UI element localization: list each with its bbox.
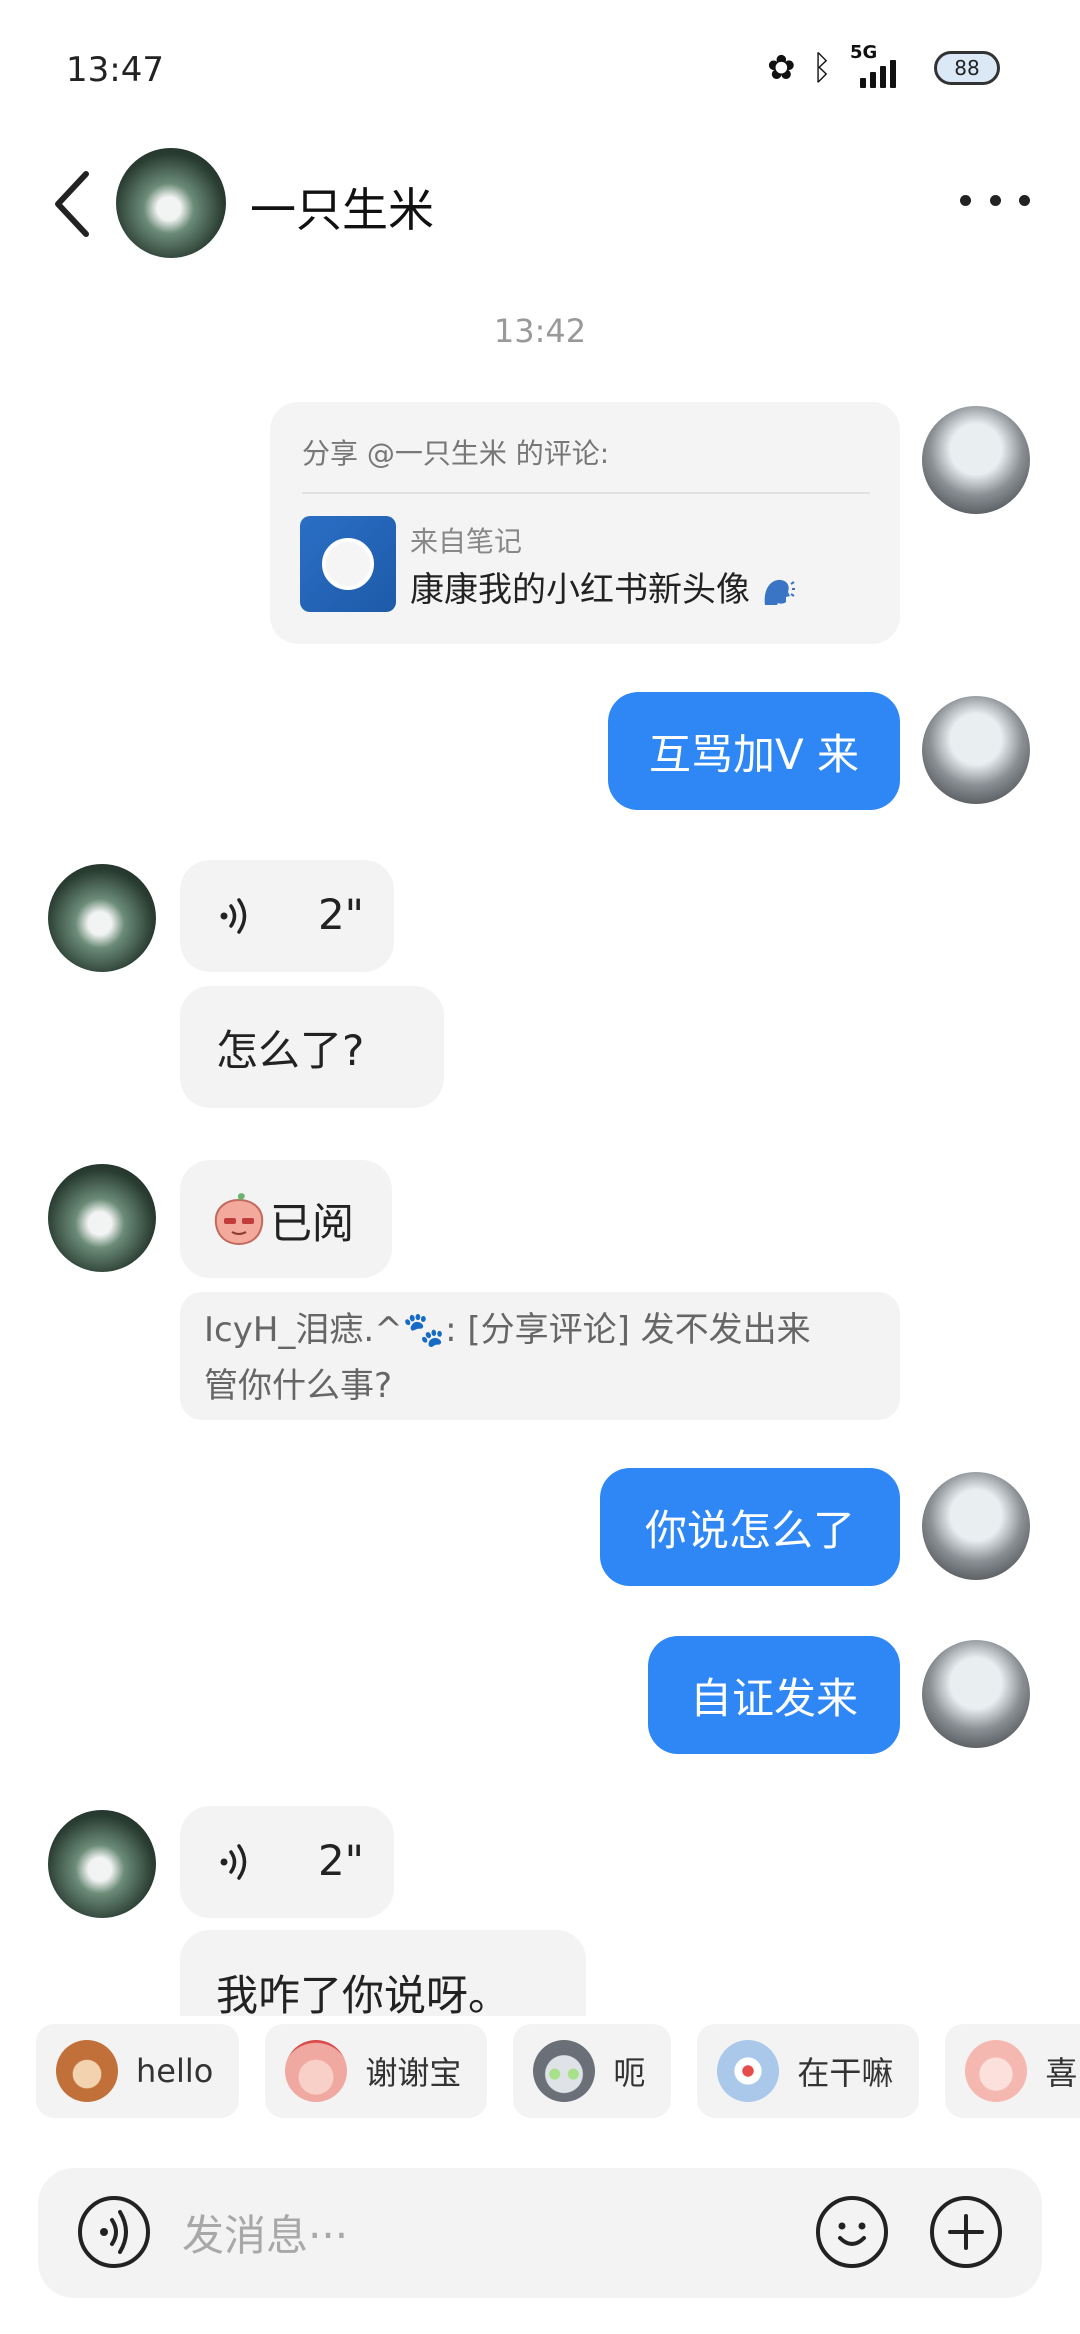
quoted-reply[interactable]: IcyH_泪痣.^🐾: [分享评论] 发不发出来 管你什么事? (180, 1292, 900, 1420)
monkey-sticker-icon (56, 2040, 118, 2102)
divider (302, 492, 870, 494)
peek-sticker-icon (717, 2040, 780, 2102)
paw-prints-icon: 🐾 (402, 1310, 446, 1350)
quote-line-2: 管你什么事? (204, 1366, 393, 1406)
cellular-signal-icon: 5G (848, 42, 918, 88)
peach-sticker-icon (214, 1193, 264, 1246)
my-avatar[interactable] (922, 696, 1030, 804)
voice-duration: 2" (317, 890, 364, 939)
outgoing-message[interactable]: 互骂加V 来 (608, 692, 900, 810)
bluetooth-icon: ᛒ (811, 48, 832, 88)
note-thumbnail (300, 516, 396, 612)
quote-author: IcyH_泪痣.^ (204, 1310, 403, 1350)
quick-reply-label: 喜 (1045, 2054, 1078, 2092)
battery-level: 88 (954, 56, 980, 80)
read-label: 已阅 (270, 1199, 355, 1248)
outgoing-message[interactable]: 自证发来 (648, 1636, 900, 1754)
flower-peach-sticker-icon (285, 2040, 348, 2102)
quick-reply-chip[interactable]: 谢谢宝 (265, 2024, 488, 2118)
quick-reply-chip[interactable]: hello (36, 2024, 240, 2118)
contact-avatar[interactable] (48, 1810, 156, 1918)
incoming-sticker-message[interactable]: 已阅 (180, 1160, 392, 1278)
contact-avatar[interactable] (116, 148, 226, 258)
alarm-icon: ✿ (767, 48, 796, 88)
quick-reply-chip[interactable]: 在干嘛 (697, 2024, 920, 2118)
voice-wave-icon (100, 2210, 128, 2254)
chat-header: 一只生米 (0, 140, 1080, 270)
voice-message[interactable]: 2" (180, 860, 394, 972)
outgoing-message[interactable]: 你说怎么了 (600, 1468, 900, 1586)
back-arrow-icon[interactable] (46, 168, 106, 240)
add-attachment-button[interactable] (930, 2196, 1002, 2268)
quick-reply-chip[interactable]: 喜 (945, 2024, 1080, 2118)
contact-avatar[interactable] (48, 864, 156, 972)
status-bar: 13:47 ✿ ᛒ 5G 88 (0, 0, 1080, 130)
contact-name[interactable]: 一只生米 (250, 174, 434, 240)
voice-wave-icon (220, 898, 247, 934)
voice-input-button[interactable] (78, 2196, 150, 2268)
shared-comment-card[interactable]: 分享 @一只生米 的评论: 来自笔记 康康我的小红书新头像 (270, 402, 900, 644)
share-note-title-text: 康康我的小红书新头像 (410, 570, 750, 610)
message-input[interactable]: 发消息··· (182, 2202, 348, 2263)
contact-avatar[interactable] (48, 1164, 156, 1272)
speaking-head-emoji-icon (764, 579, 795, 605)
share-source-label: 来自笔记 (410, 525, 523, 558)
share-note-title: 康康我的小红书新头像 (410, 562, 795, 611)
my-avatar[interactable] (922, 1640, 1030, 1748)
quick-reply-label: 在干嘛 (797, 2054, 894, 2092)
share-heading: 分享 @一只生米 的评论: (302, 437, 610, 470)
voice-duration: 2" (317, 1836, 364, 1885)
battery-icon: 88 (934, 51, 1000, 85)
quick-reply-bar: hello 谢谢宝 呃 在干嘛 喜 (36, 2024, 1080, 2118)
message-timestamp: 13:42 (493, 312, 587, 350)
status-time: 13:47 (66, 50, 164, 90)
my-avatar[interactable] (922, 406, 1030, 514)
pig-sticker-icon (965, 2040, 1028, 2102)
message-input-bar: 发消息··· (38, 2168, 1042, 2298)
more-options-icon[interactable] (960, 180, 1030, 220)
my-avatar[interactable] (922, 1472, 1030, 1580)
quick-reply-chip[interactable]: 呃 (513, 2024, 672, 2118)
quick-reply-label: hello (136, 2052, 214, 2090)
quick-reply-label: 谢谢宝 (365, 2054, 462, 2092)
plus-icon (948, 2214, 984, 2250)
voice-wave-icon (220, 1844, 247, 1880)
incoming-message[interactable]: 怎么了? (180, 986, 444, 1108)
quick-reply-label: 呃 (613, 2054, 646, 2092)
emoji-button[interactable] (816, 2196, 888, 2268)
voice-message[interactable]: 2" (180, 1806, 394, 1918)
status-icons: ✿ ᛒ 5G 88 (767, 42, 1000, 88)
quote-line-1: IcyH_泪痣.^🐾: [分享评论] 发不发出来 (204, 1302, 876, 1358)
cat-sticker-icon (533, 2040, 596, 2102)
quote-text: : [分享评论] 发不发出来 (445, 1310, 811, 1350)
smiley-icon (838, 2222, 866, 2246)
